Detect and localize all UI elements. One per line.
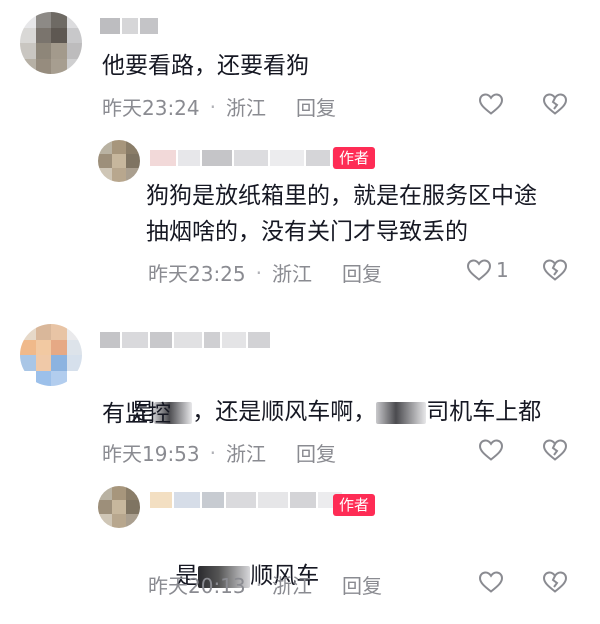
comment-meta: 昨天20:13 · 浙江 回复 xyxy=(148,570,382,599)
meta-separator: · xyxy=(209,94,216,119)
comment-time: 昨天23:25 xyxy=(148,262,246,286)
dislike-button[interactable] xyxy=(542,438,568,462)
reply-item: 作者 狗狗是放纸箱里的，就是在服务区中途 抽烟啥的，没有关门才导致丢的 昨天23… xyxy=(0,130,600,300)
comment-text-line-1: 狗狗是放纸箱里的，就是在服务区中途 xyxy=(146,183,537,209)
like-button[interactable] xyxy=(478,570,504,594)
comment-text: 他要看路，还要看狗 xyxy=(102,53,309,79)
broken-heart-icon xyxy=(542,570,568,594)
avatar[interactable] xyxy=(20,12,82,74)
comment-location: 浙江 xyxy=(226,96,266,120)
reply-button[interactable]: 回复 xyxy=(342,570,382,599)
author-badge: 作者 xyxy=(333,147,376,169)
dislike-button[interactable] xyxy=(542,570,568,594)
broken-heart-icon xyxy=(542,92,568,116)
heart-outline-icon xyxy=(478,570,504,594)
heart-outline-icon xyxy=(466,258,492,282)
comment-location: 浙江 xyxy=(272,574,312,598)
comment-text-line-2: 有监控 xyxy=(102,401,171,427)
comment-time: 昨天23:24 xyxy=(102,96,200,120)
comment-time: 昨天20:13 xyxy=(148,574,246,598)
meta-separator: · xyxy=(255,260,262,285)
redaction-mark xyxy=(376,401,427,424)
broken-heart-icon xyxy=(542,438,568,462)
username-redacted[interactable] xyxy=(150,150,354,166)
comment-meta: 昨天23:24 · 浙江 回复 xyxy=(102,92,336,121)
text-segment: 司机车上都 xyxy=(426,399,542,425)
heart-outline-icon xyxy=(478,438,504,462)
like-count: 1 xyxy=(496,258,509,282)
avatar[interactable] xyxy=(98,140,140,182)
dislike-button[interactable] xyxy=(542,258,568,282)
comment-location: 浙江 xyxy=(272,262,312,286)
comment-location: 浙江 xyxy=(226,442,266,466)
comment-meta: 昨天23:25 · 浙江 回复 xyxy=(148,258,382,287)
username-redacted[interactable] xyxy=(150,492,342,508)
avatar[interactable] xyxy=(98,486,140,528)
reply-button[interactable]: 回复 xyxy=(342,258,382,287)
reply-button[interactable]: 回复 xyxy=(296,92,336,121)
comment-item: 他要看路，还要看狗 昨天23:24 · 浙江 回复 xyxy=(0,0,600,130)
dislike-button[interactable] xyxy=(542,92,568,116)
meta-separator: · xyxy=(209,440,216,465)
comment-time: 昨天19:53 xyxy=(102,442,200,466)
comment-text-line-2: 抽烟啥的，没有关门才导致丢的 xyxy=(146,219,468,245)
reply-item: 作者 是顺风车 昨天20:13 · 浙江 回复 xyxy=(0,478,600,598)
heart-outline-icon xyxy=(478,92,504,116)
reply-button[interactable]: 回复 xyxy=(296,438,336,467)
username-redacted[interactable] xyxy=(100,18,158,34)
avatar[interactable] xyxy=(20,324,82,386)
text-segment: ，还是顺风车啊， xyxy=(192,399,377,425)
username-redacted[interactable] xyxy=(100,332,270,348)
like-button[interactable] xyxy=(478,92,508,116)
broken-heart-icon xyxy=(542,258,568,282)
comment-meta: 昨天19:53 · 浙江 回复 xyxy=(102,438,336,467)
like-button[interactable] xyxy=(478,438,508,462)
meta-separator: · xyxy=(255,572,262,597)
comment-item: 是，还是顺风车啊， 司机车上都 有监控 昨天19:53 · 浙江 回复 xyxy=(0,318,600,478)
like-button[interactable]: 1 xyxy=(466,258,509,282)
author-badge: 作者 xyxy=(333,494,376,516)
